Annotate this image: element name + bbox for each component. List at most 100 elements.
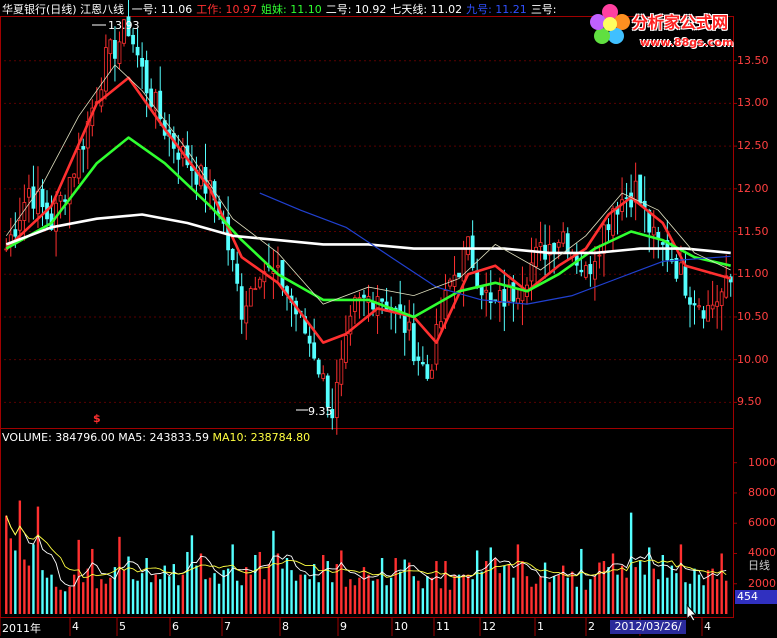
logo-flower-icon — [590, 4, 630, 44]
volume-bar — [308, 579, 311, 614]
candle-body — [402, 314, 407, 333]
volume-bar — [444, 561, 447, 614]
volume-bar — [18, 500, 22, 614]
indicator-item: 七天线: 11.02 — [390, 3, 463, 16]
volume-bar — [235, 580, 239, 614]
volume-bar — [45, 577, 49, 614]
volume-bar — [59, 589, 62, 614]
cursor-date-box: 2012/03/26/一 — [610, 620, 686, 638]
candle-body — [583, 265, 588, 278]
volume-bar — [398, 571, 402, 614]
volume-bar — [181, 574, 185, 614]
volume-bar — [245, 567, 248, 614]
candle-body — [534, 246, 538, 268]
volume-bar — [344, 586, 348, 614]
candle-body — [13, 229, 18, 237]
candle-body — [176, 152, 181, 160]
volume-bar — [426, 576, 429, 614]
volume-bar — [9, 538, 12, 614]
candle-body — [276, 265, 280, 268]
volume-bar — [485, 561, 488, 614]
candle-body — [135, 46, 140, 56]
volume-bar — [217, 583, 221, 614]
date-tick-label: 7 — [224, 620, 231, 633]
volume-bar — [204, 579, 207, 614]
stock-chart[interactable] — [0, 0, 777, 638]
candle-body — [244, 305, 249, 324]
date-tick-label: 8 — [282, 620, 289, 633]
volume-bar — [661, 554, 665, 614]
volume-bar — [403, 559, 406, 614]
volume-bar — [154, 574, 157, 614]
candle-body — [461, 248, 466, 282]
candle-body — [339, 358, 344, 385]
volume-bar — [127, 556, 130, 614]
date-tick-label: 12 — [482, 620, 496, 633]
candle-body — [651, 226, 656, 236]
candle-body — [357, 297, 362, 300]
volume-bar — [68, 586, 71, 614]
volume-bar — [303, 574, 307, 614]
volume-bar — [516, 544, 520, 614]
low-annotation: 9.35 — [308, 405, 333, 418]
volume-bar — [36, 506, 40, 614]
candle-body — [629, 192, 634, 208]
candle-body — [411, 323, 416, 362]
candle-body — [407, 321, 412, 331]
volume-bar — [5, 515, 8, 614]
candle-body — [638, 174, 643, 204]
volume-bar — [281, 568, 284, 614]
candle-body — [248, 288, 253, 307]
candle-body — [307, 335, 312, 344]
volume-bar — [285, 558, 289, 614]
volume-bar — [512, 577, 515, 614]
candle-body — [140, 57, 145, 67]
candle-body — [27, 188, 31, 198]
candle-body — [692, 303, 697, 306]
volume-tick-label: 10000 — [748, 455, 777, 469]
volume-bar — [607, 567, 610, 614]
volume-bar — [435, 561, 438, 614]
volume-bar — [249, 574, 252, 614]
volume-bar — [625, 577, 628, 614]
candle-body — [257, 278, 262, 288]
volume-bar — [122, 570, 126, 614]
candle-body — [479, 286, 484, 296]
volume-bar — [231, 544, 234, 614]
volume-bar — [638, 561, 642, 614]
price-tick-label: 10.00 — [737, 352, 769, 366]
price-tick-label: 13.50 — [737, 53, 769, 67]
volume-bar — [652, 568, 655, 614]
volume-bar — [643, 574, 646, 614]
volume-tick-label: 8000 — [748, 485, 776, 499]
volume-bar — [648, 547, 651, 614]
volume-bar — [258, 551, 262, 614]
candle-body — [466, 236, 471, 256]
candle-body — [280, 260, 285, 289]
signal-mark: $ — [93, 412, 101, 425]
volume-bar — [299, 574, 302, 614]
volume-bar — [113, 567, 117, 614]
candle-body — [724, 275, 729, 298]
candle-body — [710, 304, 715, 310]
indicator-item: 九号: 11.21 — [466, 3, 527, 16]
mouse-cursor-icon — [686, 604, 698, 622]
volume-bar — [394, 558, 397, 614]
volume-bar — [208, 577, 212, 614]
candle-body — [511, 282, 516, 302]
date-tick-label: 9 — [340, 620, 347, 633]
volume-bar — [657, 579, 660, 614]
candle-body — [230, 248, 235, 261]
candle-body — [588, 264, 593, 275]
price-tick-label: 11.50 — [737, 224, 769, 238]
volume-bar — [213, 573, 216, 614]
volume-cursor-box: 454 — [735, 590, 777, 604]
volume-bar — [195, 565, 198, 614]
candle-body — [688, 297, 692, 305]
candle-body — [380, 298, 384, 302]
volume-bar — [367, 574, 370, 614]
candle-body — [36, 190, 40, 215]
candle-body — [429, 369, 434, 379]
logo-url: www.88gs.com — [640, 36, 734, 49]
volume-bar — [240, 585, 243, 614]
